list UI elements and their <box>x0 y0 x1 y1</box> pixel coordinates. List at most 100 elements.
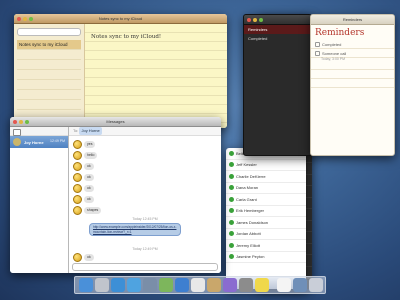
messages-window: Messages Joy Horne 12:49 PM To: Joy Horn… <box>10 117 221 273</box>
contact-item[interactable]: Jeff Kessler <box>226 160 306 171</box>
reminders-icon[interactable] <box>277 278 291 292</box>
message-bubble[interactable]: hello <box>84 152 98 159</box>
system-prefs-icon[interactable] <box>239 278 253 292</box>
dock <box>74 276 326 294</box>
contact-item[interactable]: James Donaldson <box>226 217 306 229</box>
timestamp: Today 12:45 PM <box>132 217 158 221</box>
message-bubble[interactable]: ok <box>84 185 94 192</box>
note-item[interactable] <box>17 70 81 80</box>
messages-icon[interactable] <box>175 278 189 292</box>
trash-icon[interactable] <box>309 278 323 292</box>
status-icon <box>229 185 234 191</box>
close-icon[interactable] <box>247 17 251 22</box>
contact-item[interactable]: Jasmine Peyton <box>226 252 306 263</box>
status-icon <box>229 231 234 237</box>
avatar <box>73 184 82 193</box>
contact-name: Jeff Kessler <box>236 162 257 168</box>
photos-icon[interactable] <box>207 278 221 292</box>
note-item[interactable] <box>17 50 81 60</box>
message-row: ok <box>73 253 94 262</box>
message-row: hello <box>73 151 98 160</box>
folder-icon[interactable] <box>293 278 307 292</box>
message-row: yes <box>73 140 96 149</box>
conversation-name: Joy Horne <box>24 139 44 145</box>
conversation-list: Joy Horne 12:49 PM <box>10 127 69 273</box>
reminder-item[interactable] <box>311 70 394 79</box>
message-bubble[interactable]: ok <box>84 254 94 261</box>
message-row: ok <box>73 173 94 182</box>
status-icon <box>229 219 234 225</box>
contact-item[interactable]: Carla Grant <box>226 194 306 206</box>
status-icon <box>229 162 234 168</box>
avatar <box>13 138 21 146</box>
notes-titlebar[interactable]: Notes sync to my iCloud <box>14 14 227 24</box>
message-bubble[interactable]: shapes <box>84 207 102 214</box>
contact-name: Jeremy Elliott <box>236 242 261 248</box>
reminders-title: Reminders <box>342 17 363 22</box>
messages-titlebar[interactable]: Messages <box>10 117 221 127</box>
finder-icon[interactable] <box>79 278 93 292</box>
message-bubble[interactable]: yes <box>84 141 96 148</box>
message-bubble[interactable]: ok <box>84 196 94 203</box>
contacts-window: Belinda BlackJeff KesslerCharlie DeKlerr… <box>226 148 306 289</box>
search-input[interactable] <box>17 28 81 36</box>
contact-name: Carla Grant <box>236 196 257 202</box>
contact-item[interactable]: Charlie DeKlerre <box>226 171 306 183</box>
contact-item[interactable]: Dana Moran <box>226 183 306 194</box>
notes-icon[interactable] <box>255 278 269 292</box>
safari-icon[interactable] <box>127 278 141 292</box>
messages-title: Messages <box>106 119 125 124</box>
recipient-bar[interactable]: To: Joy Horne <box>69 127 221 136</box>
reminder-item[interactable] <box>311 61 394 70</box>
message-bubble[interactable]: ok <box>84 174 94 181</box>
note-item[interactable]: Notes sync to my iCloud <box>17 40 81 50</box>
link-bubble[interactable]: http://www.example.com/appleinsider/2012… <box>89 223 181 237</box>
contact-name: James Donaldson <box>236 219 269 225</box>
note-item[interactable] <box>17 60 81 70</box>
status-icon <box>229 242 234 248</box>
zoom-icon[interactable] <box>259 17 263 22</box>
message-input[interactable] <box>72 263 218 271</box>
reminder-text: Completed <box>322 41 342 47</box>
checkbox-icon[interactable] <box>315 50 320 56</box>
message-row: ok <box>73 195 94 204</box>
avatar <box>73 173 82 182</box>
reminders-sidebar-titlebar[interactable] <box>244 15 311 25</box>
note-item[interactable] <box>17 90 81 100</box>
contact-name: Jasmine Peyton <box>236 254 265 260</box>
itunes-icon[interactable] <box>223 278 237 292</box>
message-bubble[interactable]: ok <box>84 163 94 170</box>
list-item-reminders[interactable]: Reminders <box>244 25 311 34</box>
messages-toolbar <box>10 127 68 136</box>
contact-item[interactable]: Jeremy Elliott <box>226 240 306 252</box>
launchpad-icon[interactable] <box>95 278 109 292</box>
notes-title: Notes sync to my iCloud <box>98 16 143 21</box>
reminders-heading: Reminders <box>315 28 365 38</box>
reminders-titlebar[interactable]: Reminders <box>311 15 394 25</box>
status-icon <box>229 208 234 214</box>
reminder-item[interactable]: Completed <box>311 40 394 49</box>
message-pane: To: Joy Horne yes hello ok ok ok ok shap… <box>69 127 221 273</box>
app-store-icon[interactable] <box>111 278 125 292</box>
compose-icon[interactable] <box>13 128 21 136</box>
avatar <box>73 151 82 160</box>
calendar-icon[interactable] <box>191 278 205 292</box>
contact-name: Jordan Abbott <box>236 231 261 237</box>
conversation-item[interactable]: Joy Horne 12:49 PM <box>10 136 68 148</box>
note-item[interactable] <box>17 100 81 110</box>
note-editor[interactable]: Notes sync to my iCloud! <box>85 24 227 128</box>
minimize-icon[interactable] <box>253 17 257 22</box>
contact-item[interactable]: Erik Hemberger <box>226 206 306 217</box>
checkbox-icon[interactable] <box>315 41 320 47</box>
contact-name: Erik Hemberger <box>236 208 265 214</box>
facetime-icon[interactable] <box>159 278 173 292</box>
message-transcript: yes hello ok ok ok ok shapes Today 12:45… <box>69 136 221 263</box>
recipient-token[interactable]: Joy Horne <box>79 127 102 135</box>
note-item[interactable] <box>17 80 81 90</box>
list-item-completed[interactable]: Completed <box>244 34 311 43</box>
reminder-item[interactable] <box>311 79 394 88</box>
avatar <box>73 206 82 215</box>
reminders-sidebar: Reminders Completed <box>243 14 312 156</box>
contact-item[interactable]: Jordan Abbott <box>226 229 306 240</box>
mail-icon[interactable] <box>143 278 157 292</box>
